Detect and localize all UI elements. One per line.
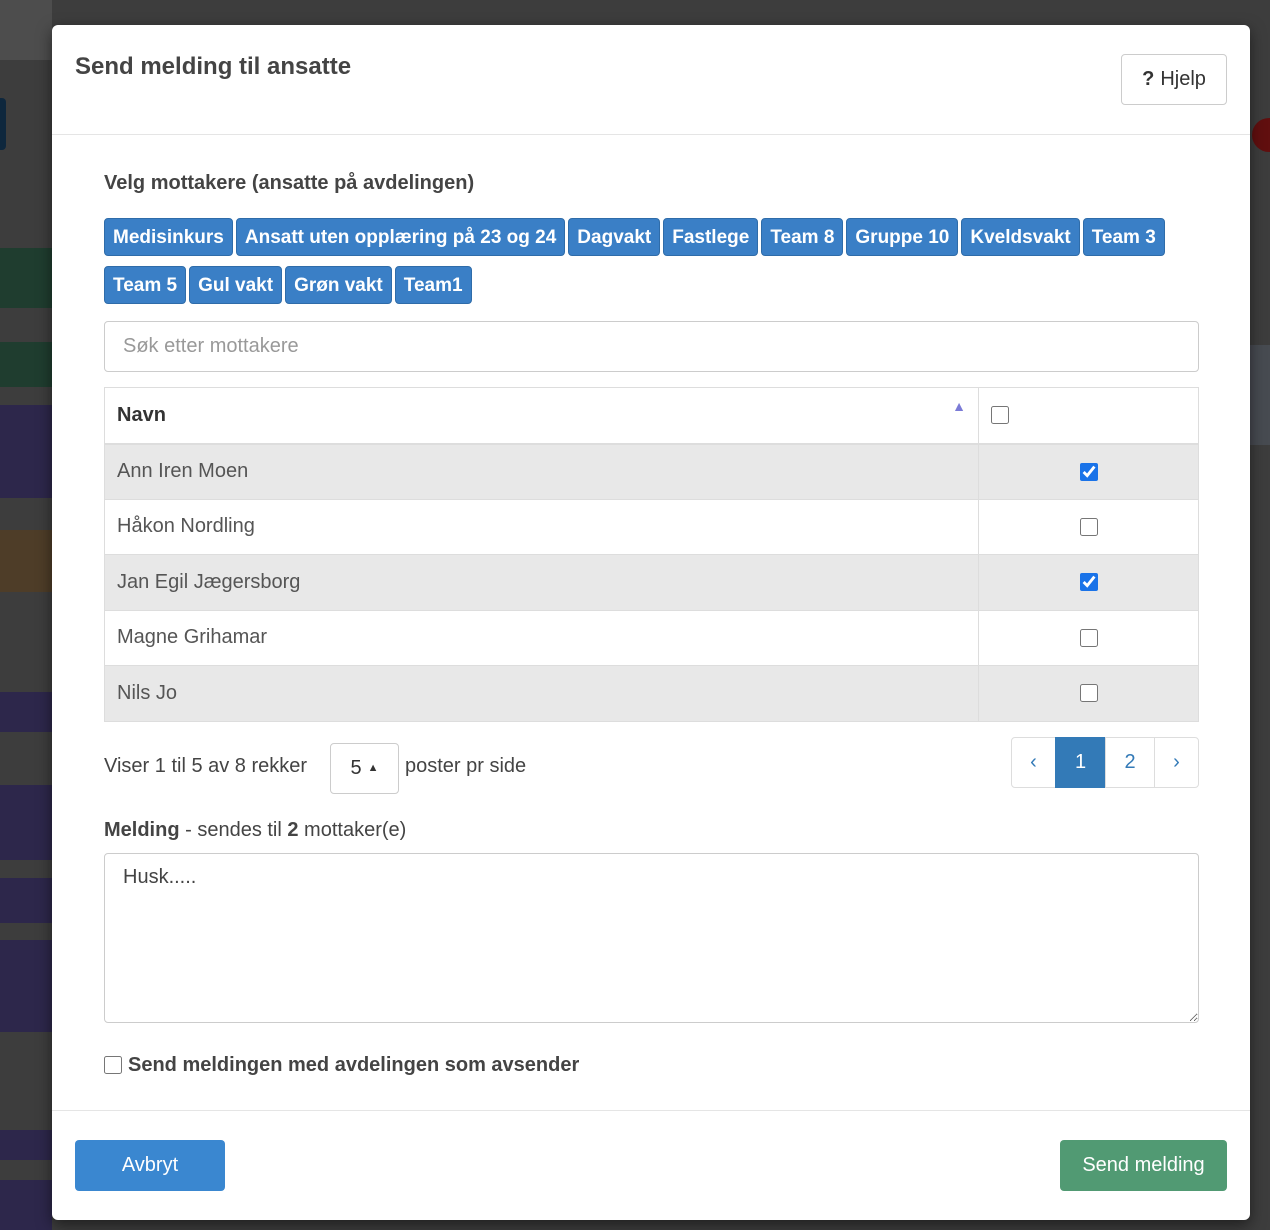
- select-cell: [978, 554, 1199, 611]
- employee-name: Håkon Nordling: [104, 498, 979, 555]
- employee-name: Ann Iren Moen: [104, 443, 979, 500]
- table-header-row: Navn ▲: [104, 387, 1199, 445]
- question-icon: ?: [1142, 68, 1155, 90]
- send-message-modal: Send melding til ansatte ? Hjelp Velg mo…: [52, 25, 1250, 1220]
- row-checkbox[interactable]: [1079, 628, 1098, 647]
- prev-page-button[interactable]: ‹: [1011, 736, 1056, 788]
- send-as-department-checkbox[interactable]: [104, 1056, 122, 1074]
- pagination: ‹ 1 2 ›: [1011, 736, 1199, 788]
- group-tag[interactable]: Ansatt uten opplæring på 23 og 24: [235, 218, 566, 256]
- select-cell: [978, 443, 1199, 500]
- send-as-department-label: Send meldingen med avdelingen som avsend…: [128, 1053, 580, 1076]
- page-1-button[interactable]: 1: [1055, 736, 1106, 788]
- table-row[interactable]: Håkon Nordling: [104, 498, 1199, 555]
- group-tag[interactable]: Grøn vakt: [285, 266, 392, 304]
- name-column-header[interactable]: Navn ▲: [104, 387, 979, 445]
- table-row[interactable]: Ann Iren Moen: [104, 443, 1199, 500]
- group-tag[interactable]: Gruppe 10: [846, 218, 959, 256]
- recipients-label: Velg mottakere (ansatte på avdelingen): [104, 172, 475, 194]
- recipients-table: Navn ▲ Ann Iren Moen Håkon Nordling Jan …: [104, 387, 1199, 722]
- send-as-department-option[interactable]: Send meldingen med avdelingen som avsend…: [104, 1054, 1199, 1077]
- recipient-count: 2: [287, 818, 299, 841]
- group-tags: Medisinkurs Ansatt uten opplæring på 23 …: [104, 218, 1174, 304]
- send-message-button[interactable]: Send melding: [1060, 1140, 1227, 1191]
- per-page-label: poster pr side: [405, 754, 527, 777]
- group-tag[interactable]: Fastlege: [663, 218, 759, 256]
- page-2-button[interactable]: 2: [1105, 736, 1155, 788]
- select-all-header: [978, 387, 1199, 445]
- employee-name: Jan Egil Jægersborg: [104, 554, 979, 611]
- table-row[interactable]: Magne Grihamar: [104, 609, 1199, 666]
- select-cell: [978, 609, 1199, 666]
- table-row[interactable]: Nils Jo: [104, 665, 1199, 722]
- tag-row-break: [104, 259, 1174, 263]
- message-label: Melding - sendes til 2 mottaker(e): [104, 819, 1199, 842]
- group-tag[interactable]: Medisinkurs: [104, 218, 233, 256]
- modal-header: Send melding til ansatte ? Hjelp: [52, 25, 1250, 135]
- group-tag[interactable]: Team 3: [1082, 218, 1165, 256]
- group-tag[interactable]: Gul vakt: [189, 266, 283, 304]
- cancel-button[interactable]: Avbryt: [75, 1140, 225, 1191]
- row-checkbox[interactable]: [1079, 517, 1098, 536]
- group-tag[interactable]: Team 8: [761, 218, 844, 256]
- group-tag[interactable]: Kveldsvakt: [961, 218, 1080, 256]
- group-tag[interactable]: Team 5: [104, 266, 187, 304]
- select-cell: [978, 498, 1199, 555]
- table-pager: Viser 1 til 5 av 8 rekker 5 ▲ poster pr …: [104, 736, 1199, 807]
- group-tag[interactable]: Dagvakt: [568, 218, 661, 256]
- per-page-dropdown[interactable]: 5 ▲: [330, 742, 399, 794]
- next-page-button[interactable]: ›: [1154, 736, 1199, 788]
- group-tag[interactable]: Team1: [394, 266, 472, 304]
- select-cell: [978, 665, 1199, 722]
- message-label-bold: Melding: [104, 818, 180, 841]
- row-checkbox[interactable]: [1079, 462, 1098, 481]
- sort-ascending-icon: ▲: [952, 397, 966, 414]
- name-header-label: Navn: [117, 403, 166, 426]
- message-label-end: mottaker(e): [298, 818, 407, 841]
- showing-rows-text: Viser 1 til 5 av 8 rekker: [104, 754, 308, 777]
- select-all-checkbox[interactable]: [991, 406, 1009, 425]
- help-button[interactable]: ? Hjelp: [1121, 54, 1227, 105]
- employee-name: Nils Jo: [104, 665, 979, 722]
- per-page-value: 5: [350, 756, 362, 779]
- message-textarea[interactable]: Husk.....: [104, 852, 1199, 1023]
- help-label: Hjelp: [1160, 68, 1206, 90]
- message-label-mid: - sendes til: [179, 818, 288, 841]
- modal-footer: Avbryt Send melding: [52, 1110, 1250, 1220]
- row-checkbox[interactable]: [1079, 684, 1098, 703]
- modal-body: Velg mottakere (ansatte på avdelingen) M…: [104, 160, 1199, 1077]
- table-row[interactable]: Jan Egil Jægersborg: [104, 554, 1199, 611]
- employee-name: Magne Grihamar: [104, 609, 979, 666]
- row-checkbox[interactable]: [1079, 573, 1098, 592]
- modal-title: Send melding til ansatte: [75, 53, 352, 80]
- recipient-search-input[interactable]: [104, 321, 1199, 372]
- caret-up-icon: ▲: [367, 762, 379, 774]
